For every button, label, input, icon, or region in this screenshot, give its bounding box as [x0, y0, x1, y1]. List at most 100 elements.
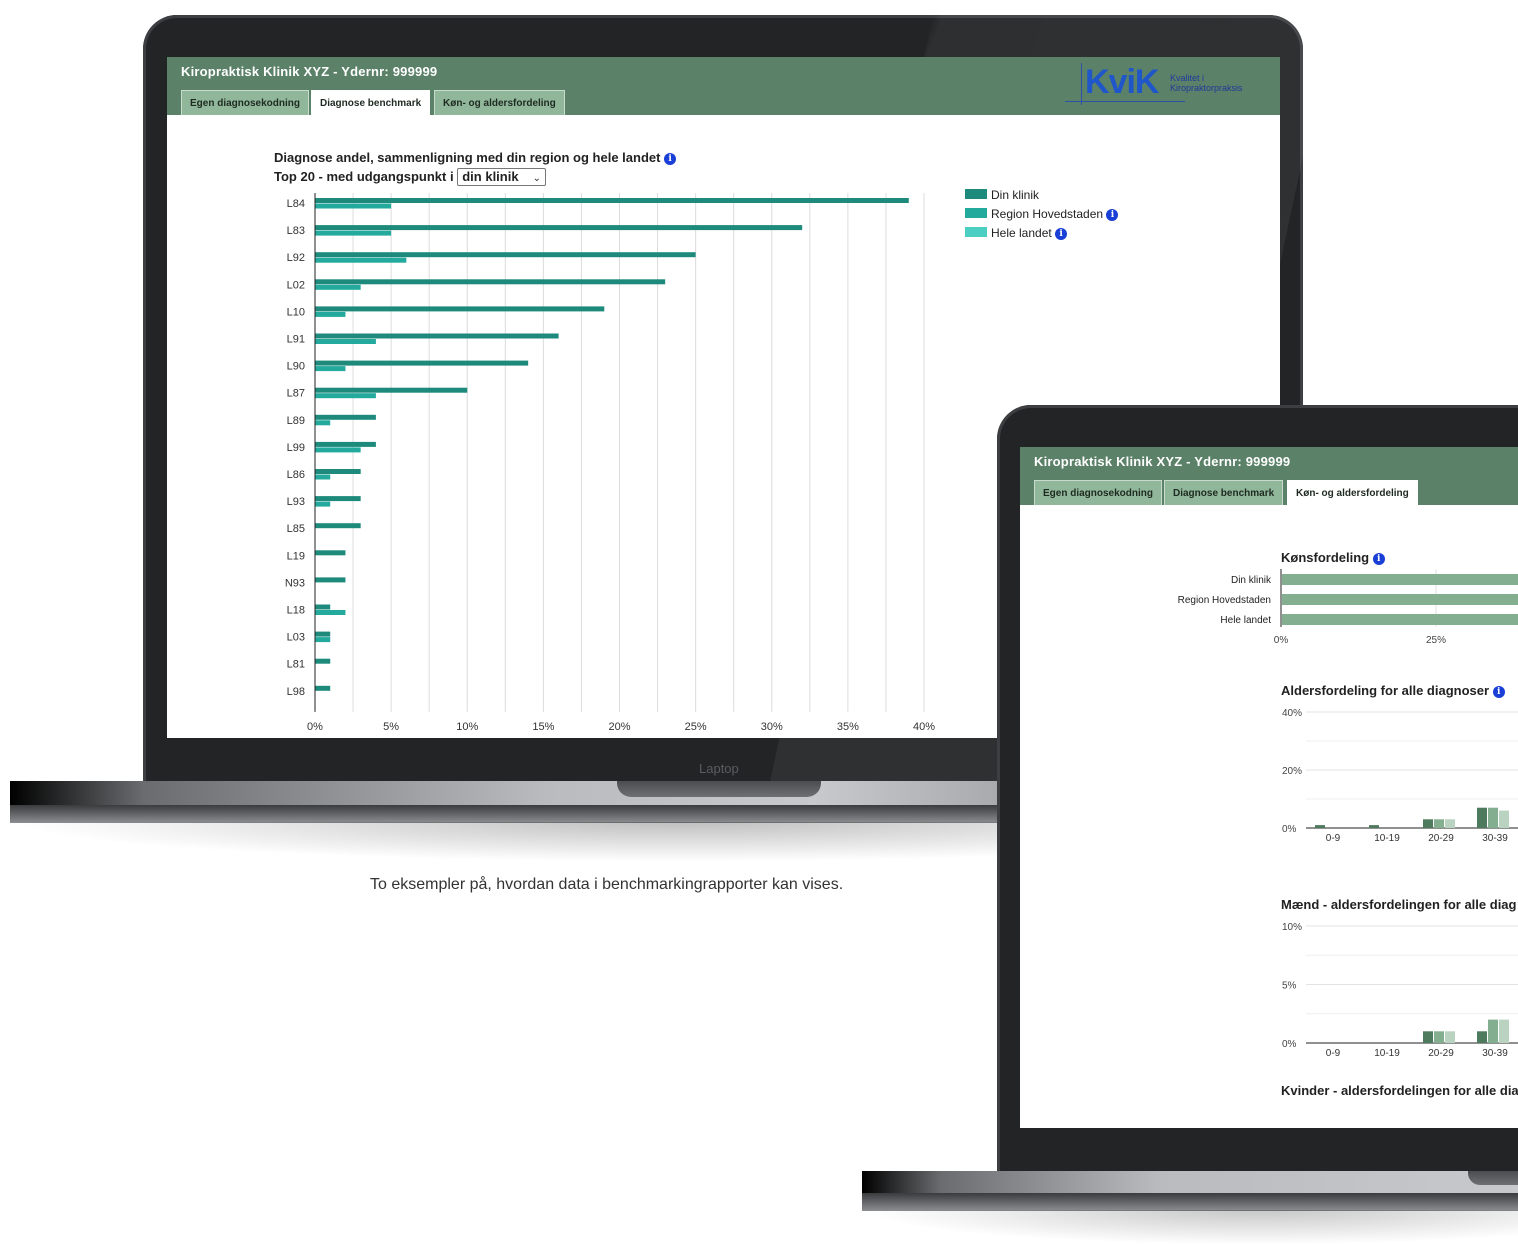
y-category-label: L84: [287, 198, 305, 210]
x-tick-label: 40%: [913, 721, 935, 733]
bar-region: [315, 474, 331, 480]
bar-din-klinik: [315, 441, 376, 447]
y-category-label: L02: [287, 279, 305, 291]
age-bar: [1369, 825, 1379, 828]
bar-region: [315, 393, 376, 399]
y-category-label: L83: [287, 225, 305, 237]
x-tick-label: 10%: [456, 721, 478, 733]
bar-din-klinik: [315, 333, 559, 339]
y-category-label: L90: [287, 361, 305, 373]
y-category-label: L10: [287, 306, 305, 318]
bar-region: [315, 610, 346, 615]
bar-din-klinik: [315, 658, 331, 664]
y-category-label: L89: [287, 415, 305, 427]
bar-din-klinik: [315, 550, 346, 556]
info-icon[interactable]: i: [1055, 228, 1068, 240]
legend-hele-landet: Hele landet i: [965, 226, 1068, 240]
y-category-label: N93: [285, 577, 305, 589]
x-tick-label: 10-19: [1374, 833, 1400, 844]
age-bar: [1423, 819, 1433, 828]
bar-region: [315, 284, 361, 290]
bar-region: [315, 203, 392, 209]
kon-row-label: Hele landet: [1220, 615, 1271, 626]
y-tick-label: 40%: [1282, 708, 1302, 719]
bar-din-klinik: [315, 360, 529, 366]
x-tick-label: 0-9: [1326, 1048, 1341, 1059]
kon-bar: [1282, 594, 1518, 605]
legend-region-hovedstaden: Region Hovedstaden i: [965, 207, 1119, 221]
x-tick-label: 25%: [685, 721, 707, 733]
x-tick-label: 15%: [532, 721, 554, 733]
y-tick-label: 0%: [1282, 1039, 1297, 1050]
info-icon[interactable]: i: [1106, 209, 1119, 221]
y-category-label: L87: [287, 388, 305, 400]
y-tick-label: 5%: [1282, 981, 1297, 992]
bar-din-klinik: [315, 414, 376, 420]
bar-din-klinik: [315, 252, 696, 258]
age-bar: [1434, 1031, 1444, 1043]
kon-bar: [1282, 614, 1518, 625]
age-bar: [1499, 810, 1509, 828]
y-tick-label: 0%: [1282, 824, 1297, 835]
x-tick-label: 10-19: [1374, 1048, 1400, 1059]
bar-region: [315, 339, 376, 344]
kon-row-label: Din klinik: [1231, 575, 1272, 586]
y-category-label: L86: [287, 469, 305, 481]
bar-din-klinik: [315, 577, 346, 583]
y-category-label: L85: [287, 523, 305, 535]
age-bar: [1488, 1019, 1498, 1043]
x-tick-label: 5%: [383, 721, 399, 733]
age-bar: [1315, 825, 1325, 828]
age-bar: [1499, 1019, 1509, 1043]
bar-din-klinik: [315, 198, 909, 203]
x-tick-label: 20-29: [1428, 833, 1454, 844]
y-category-label: L99: [287, 442, 305, 454]
bar-din-klinik: [315, 387, 468, 393]
y-category-label: L18: [287, 605, 305, 617]
image-caption: To eksempler på, hvordan data i benchmar…: [370, 876, 844, 893]
age-bar: [1477, 807, 1487, 828]
laptop-1-notch: [617, 781, 821, 797]
x-tick-label: 20-29: [1428, 1048, 1454, 1059]
y-category-label: L91: [287, 334, 305, 346]
y-tick-label: 20%: [1282, 766, 1302, 777]
x-tick-label: 20%: [608, 721, 630, 733]
laptop-2-notch: [1468, 1171, 1518, 1185]
y-category-label: L81: [287, 659, 305, 671]
kvik-logo: KviK Kvalitet i Kiropraktorpraksis: [1065, 63, 1255, 105]
y-category-label: L03: [287, 632, 305, 644]
bar-region: [315, 637, 331, 643]
y-category-label: L93: [287, 496, 305, 508]
y-category-label: L19: [287, 550, 305, 562]
x-tick-label: 0%: [307, 721, 323, 733]
y-category-label: L92: [287, 252, 305, 264]
x-tick-label: 30-39: [1482, 1048, 1508, 1059]
bar-region: [315, 230, 392, 236]
bar-din-klinik: [315, 469, 361, 474]
diagnose-bar-chart: 0% 5% 10% 15% 20% 25% 30% 35% 40% L84 L83 L92 L02 L10…: [285, 193, 935, 733]
bar-din-klinik: [315, 523, 361, 529]
kon-alder-charts: Din klinikRegion HovedstadenHele landet0…: [1178, 569, 1518, 1059]
bar-din-klinik: [315, 631, 331, 637]
bar-din-klinik: [315, 496, 361, 502]
laptop-2-frame: Kiropraktisk Klinik XYZ - Ydernr: 999999…: [997, 405, 1518, 1175]
age-bar: [1434, 819, 1444, 828]
legend-din-klinik: Din klinik: [965, 188, 1039, 202]
age-bar: [1488, 807, 1498, 828]
bar-din-klinik: [315, 306, 605, 312]
x-tick-label: 25%: [1426, 635, 1446, 646]
bar-region: [315, 501, 331, 507]
bar-din-klinik: [315, 604, 331, 610]
bar-region: [315, 447, 361, 453]
laptop-label: Laptop: [699, 761, 739, 776]
x-tick-label: 30%: [761, 721, 783, 733]
laptop-2-base: [862, 1171, 1518, 1193]
bar-region: [315, 311, 346, 317]
laptop-2-base-edge: [862, 1193, 1518, 1211]
bar-region: [315, 257, 407, 263]
laptop-2-screen: Kiropraktisk Klinik XYZ - Ydernr: 999999…: [1020, 447, 1518, 1128]
bar-region: [315, 366, 346, 372]
bar-din-klinik: [315, 225, 803, 231]
age-bar: [1445, 1031, 1455, 1043]
age-bar: [1445, 819, 1455, 828]
